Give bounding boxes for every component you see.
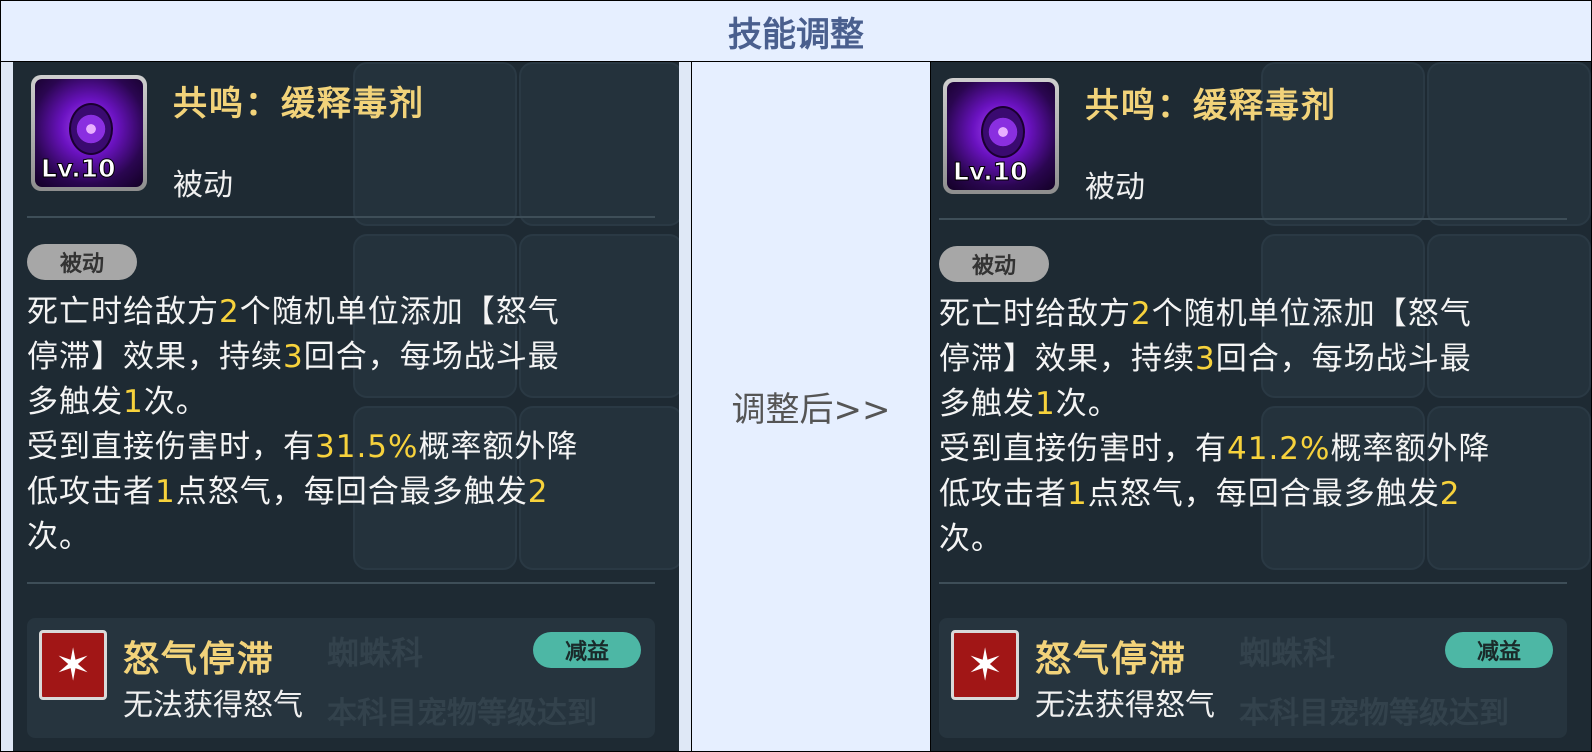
- table-header: 技能调整: [1, 1, 1591, 62]
- background-tile: [519, 62, 679, 226]
- comparison-table: 技能调整 Lv.10 共鸣：缓释毒剂 被动 被动 死亡时给敌方2个随机单位添加【…: [0, 0, 1592, 752]
- skill-type: 被动: [173, 168, 233, 203]
- skill-card-after: Lv.10 共鸣：缓释毒剂 被动 被动 死亡时给敌方2个随机单位添加【怒气 停滞…: [931, 62, 1591, 751]
- status-title: 怒气停滞: [1035, 639, 1188, 680]
- ghost-footer-text: 本科目宠物等级达到: [1239, 696, 1509, 731]
- skill-card-before: Lv.10 共鸣：缓释毒剂 被动 被动 死亡时给敌方2个随机单位添加【怒气 停滞…: [13, 62, 679, 751]
- skill-icon: Lv.10: [943, 78, 1059, 194]
- skill-level: Lv.10: [952, 157, 1028, 187]
- after-cell: Lv.10 共鸣：缓释毒剂 被动 被动 死亡时给敌方2个随机单位添加【怒气 停滞…: [931, 62, 1591, 751]
- passive-tag: 被动: [939, 246, 1049, 282]
- skill-name: 共鸣：缓释毒剂: [173, 84, 425, 124]
- skill-type: 被动: [1085, 170, 1145, 205]
- divider: [939, 218, 1567, 220]
- spider-eye-icon: [69, 103, 113, 155]
- header-title: 技能调整: [728, 14, 864, 55]
- skill-description: 死亡时给敌方2个随机单位添加【怒气 停滞】效果，持续3回合，每场战斗最 多触发1…: [939, 296, 1491, 557]
- background-tile: [1427, 62, 1591, 226]
- rage-stop-icon: ✶: [951, 630, 1019, 700]
- proc-chance: 41.2%: [1227, 431, 1331, 467]
- divider: [27, 216, 655, 218]
- proc-chance: 31.5%: [315, 429, 419, 465]
- ghost-family-text: 蜘蛛科: [327, 634, 424, 672]
- status-effect: 蜘蛛科 本科目宠物等级达到 ✶ 怒气停滞 无法获得怒气 减益: [27, 618, 655, 738]
- status-description: 无法获得怒气: [1035, 688, 1215, 723]
- spider-eye-icon: [981, 106, 1025, 158]
- status-description: 无法获得怒气: [123, 688, 303, 723]
- divider: [27, 582, 655, 584]
- rage-stop-icon: ✶: [39, 630, 107, 700]
- ghost-footer-text: 本科目宠物等级达到: [327, 696, 597, 731]
- skill-name: 共鸣：缓释毒剂: [1085, 86, 1337, 126]
- after-label: 调整后>>: [731, 390, 891, 430]
- ghost-family-text: 蜘蛛科: [1239, 634, 1336, 672]
- debuff-badge: 减益: [1445, 632, 1553, 668]
- skill-icon: Lv.10: [31, 75, 147, 191]
- before-cell: Lv.10 共鸣：缓释毒剂 被动 被动 死亡时给敌方2个随机单位添加【怒气 停滞…: [1, 62, 692, 751]
- debuff-badge: 减益: [533, 632, 641, 668]
- status-effect: 蜘蛛科 本科目宠物等级达到 ✶ 怒气停滞 无法获得怒气 减益: [939, 618, 1567, 738]
- passive-tag: 被动: [27, 244, 137, 280]
- skill-description: 死亡时给敌方2个随机单位添加【怒气 停滞】效果，持续3回合，每场战斗最 多触发1…: [27, 294, 579, 555]
- arrow-cell: 调整后>>: [692, 62, 931, 751]
- divider: [939, 582, 1567, 584]
- skill-level: Lv.10: [40, 154, 116, 184]
- status-title: 怒气停滞: [123, 639, 276, 680]
